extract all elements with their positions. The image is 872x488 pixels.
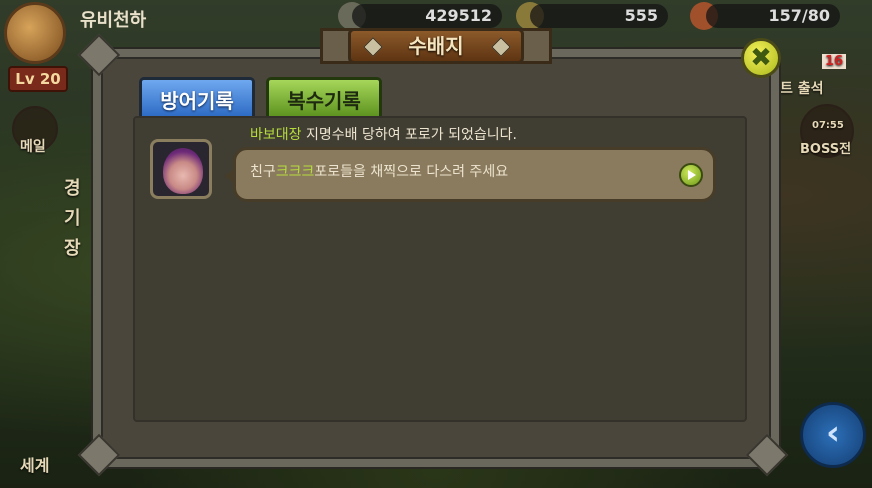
entry-message-text: 포로들을 채찍으로 다스려 주세요 bbox=[314, 164, 509, 180]
close-button[interactable]: ✖ bbox=[741, 38, 781, 78]
attacker-portrait-icon bbox=[163, 148, 203, 194]
player-avatar[interactable] bbox=[4, 2, 66, 64]
entry-headline: 바보대장 지명수배 당하여 포로가 되었습니다. bbox=[250, 124, 517, 144]
entry-message-prefix: 친구 bbox=[250, 164, 276, 180]
friend-name[interactable]: 크크크 bbox=[276, 164, 315, 180]
tab-defense-record[interactable]: 방어기록 bbox=[139, 77, 255, 119]
entry-headline-text: 지명수배 당하여 포로가 되었습니다. bbox=[301, 127, 517, 143]
player-level: Lv 20 bbox=[8, 66, 68, 92]
gem-counter: 555 bbox=[530, 4, 668, 28]
gold-counter: 429512 bbox=[352, 4, 502, 28]
play-replay-button[interactable] bbox=[679, 163, 703, 187]
attendance-label[interactable]: 트 출석 bbox=[780, 78, 824, 98]
attendance-badge: 16 bbox=[822, 54, 847, 69]
arena-label[interactable]: 경 기 장 bbox=[64, 174, 86, 264]
mail-label: 메일 bbox=[20, 139, 46, 155]
boss-timer: 07:55 bbox=[812, 120, 844, 131]
tab-revenge-record[interactable]: 복수기록 bbox=[266, 77, 382, 119]
world-label[interactable]: 세계 bbox=[20, 452, 49, 476]
attacker-avatar[interactable] bbox=[150, 139, 212, 199]
stamina-counter: 157/80 bbox=[706, 4, 840, 28]
entry-message: 친구크크크포로들을 채찍으로 다스려 주세요 bbox=[250, 161, 508, 181]
attacker-name[interactable]: 바보대장 bbox=[250, 127, 302, 143]
boss-label: BOSS전 bbox=[800, 142, 852, 157]
player-name: 유비천하 bbox=[80, 10, 147, 31]
back-arrow-button[interactable]: ‹ bbox=[800, 402, 866, 468]
